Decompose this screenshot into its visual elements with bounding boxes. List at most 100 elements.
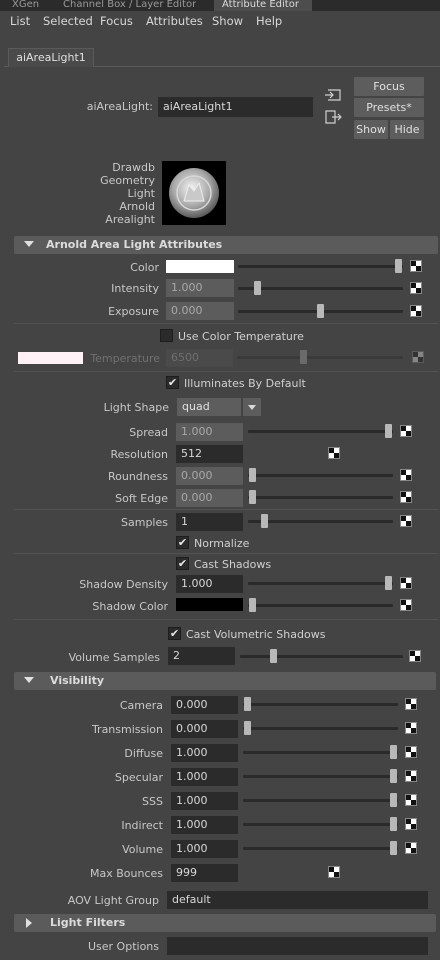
map-button-icon[interactable] <box>400 599 412 611</box>
specular-field[interactable]: 1.000 <box>171 768 238 786</box>
intensity-field[interactable]: 1.000 <box>166 279 234 297</box>
use-color-temperature-checkbox[interactable] <box>160 329 173 342</box>
color-slider-handle[interactable] <box>395 259 402 273</box>
volume-slider-handle[interactable] <box>390 841 397 855</box>
map-button-icon[interactable] <box>405 794 417 806</box>
indirect-slider-track[interactable] <box>243 823 398 826</box>
sss-slider-handle[interactable] <box>390 793 397 807</box>
camera-slider-track[interactable] <box>243 703 398 706</box>
samples-slider-track[interactable] <box>248 520 393 523</box>
color-swatch[interactable] <box>166 260 234 273</box>
menu-help[interactable]: Help <box>256 14 282 28</box>
user-options-field[interactable] <box>167 937 428 955</box>
tab-channel-box[interactable]: Channel Box / Layer Editor <box>63 0 196 11</box>
normalize-checkbox[interactable]: ✔ <box>176 536 189 549</box>
exposure-field[interactable]: 0.000 <box>166 302 234 320</box>
node-tab[interactable]: aiAreaLight1 <box>8 48 94 67</box>
map-button-icon[interactable] <box>409 650 421 662</box>
diffuse-slider-track[interactable] <box>243 751 398 754</box>
samples-slider-handle[interactable] <box>261 514 268 528</box>
map-button-icon[interactable] <box>410 260 422 272</box>
map-button-icon[interactable] <box>412 351 424 363</box>
presets-button[interactable]: Presets* <box>354 98 424 117</box>
spread-slider-track[interactable] <box>248 430 393 433</box>
roundness-slider-handle[interactable] <box>249 468 256 482</box>
light-shape-dropdown[interactable]: quad <box>177 398 241 416</box>
temperature-slider-handle[interactable] <box>300 350 307 364</box>
chevron-down-icon[interactable] <box>243 398 261 416</box>
indirect-field[interactable]: 1.000 <box>171 816 238 834</box>
diffuse-slider-handle[interactable] <box>390 745 397 759</box>
sss-slider-track[interactable] <box>243 799 398 802</box>
map-button-icon[interactable] <box>405 770 417 782</box>
tab-xgen[interactable]: XGen <box>12 0 39 11</box>
volume-slider-track[interactable] <box>243 847 398 850</box>
temperature-slider-track[interactable] <box>237 356 403 359</box>
shadow-density-slider-handle[interactable] <box>385 576 392 590</box>
exposure-slider-handle[interactable] <box>317 304 324 318</box>
intensity-slider-handle[interactable] <box>254 281 261 295</box>
volume-samples-field[interactable]: 2 <box>168 647 235 665</box>
volume-samples-slider-track[interactable] <box>240 655 403 658</box>
samples-field[interactable]: 1 <box>176 513 243 531</box>
swap-node-icon[interactable] <box>324 110 342 124</box>
shadow-density-slider-track[interactable] <box>248 582 393 585</box>
diffuse-field[interactable]: 1.000 <box>171 744 238 762</box>
roundness-slider-track[interactable] <box>248 474 393 477</box>
menu-list[interactable]: List <box>10 14 30 28</box>
menu-selected[interactable]: Selected <box>43 14 93 28</box>
hide-button[interactable]: Hide <box>390 120 424 139</box>
menu-show[interactable]: Show <box>212 14 243 28</box>
resolution-field[interactable]: 512 <box>176 445 243 463</box>
map-button-icon[interactable] <box>405 842 417 854</box>
section-light-filters[interactable]: Light Filters <box>14 914 436 932</box>
specular-slider-track[interactable] <box>243 775 398 778</box>
transmission-slider-track[interactable] <box>243 727 398 730</box>
camera-field[interactable]: 0.000 <box>171 696 238 714</box>
select-node-icon[interactable] <box>324 88 342 102</box>
intensity-slider-track[interactable] <box>238 287 403 290</box>
tab-attribute-editor[interactable]: Attribute Editor <box>214 0 312 11</box>
spread-field[interactable]: 1.000 <box>176 423 243 441</box>
transmission-field[interactable]: 0.000 <box>171 720 238 738</box>
shadow-color-swatch[interactable] <box>176 598 243 611</box>
soft-edge-field[interactable]: 0.000 <box>176 489 243 507</box>
section-arnold-attributes[interactable]: Arnold Area Light Attributes <box>14 236 438 254</box>
shadow-color-slider-track[interactable] <box>248 604 393 607</box>
cast-shadows-checkbox[interactable]: ✔ <box>176 557 189 570</box>
max-bounces-field[interactable]: 999 <box>171 864 238 882</box>
section-visibility[interactable]: Visibility <box>14 672 436 690</box>
map-button-icon[interactable] <box>405 698 417 710</box>
indirect-slider-handle[interactable] <box>390 817 397 831</box>
color-slider-track[interactable] <box>238 265 403 268</box>
map-button-icon[interactable] <box>328 866 340 878</box>
map-button-icon[interactable] <box>400 425 412 437</box>
node-name-field[interactable]: aiAreaLight1 <box>158 97 313 117</box>
camera-slider-handle[interactable] <box>244 697 251 711</box>
map-button-icon[interactable] <box>400 491 412 503</box>
menu-focus[interactable]: Focus <box>100 14 133 28</box>
roundness-field[interactable]: 0.000 <box>176 467 243 485</box>
volume-field[interactable]: 1.000 <box>171 840 238 858</box>
soft-edge-slider-handle[interactable] <box>249 490 256 504</box>
map-button-icon[interactable] <box>410 282 422 294</box>
map-button-icon[interactable] <box>328 447 340 459</box>
transmission-slider-handle[interactable] <box>244 721 251 735</box>
spread-slider-handle[interactable] <box>385 424 392 438</box>
map-button-icon[interactable] <box>410 305 422 317</box>
map-button-icon[interactable] <box>400 469 412 481</box>
map-button-icon[interactable] <box>405 746 417 758</box>
soft-edge-slider-track[interactable] <box>248 496 393 499</box>
shadow-density-field[interactable]: 1.000 <box>176 575 243 593</box>
menu-attributes[interactable]: Attributes <box>146 14 203 28</box>
show-button[interactable]: Show <box>354 120 388 139</box>
cast-volumetric-shadows-checkbox[interactable]: ✔ <box>168 627 181 640</box>
aov-light-group-field[interactable]: default <box>167 891 428 909</box>
shadow-color-slider-handle[interactable] <box>249 598 256 612</box>
sss-field[interactable]: 1.000 <box>171 792 238 810</box>
map-button-icon[interactable] <box>405 722 417 734</box>
focus-button[interactable]: Focus <box>354 77 424 96</box>
map-button-icon[interactable] <box>400 577 412 589</box>
volume-samples-slider-handle[interactable] <box>270 649 277 663</box>
illuminates-by-default-checkbox[interactable]: ✔ <box>166 376 179 389</box>
